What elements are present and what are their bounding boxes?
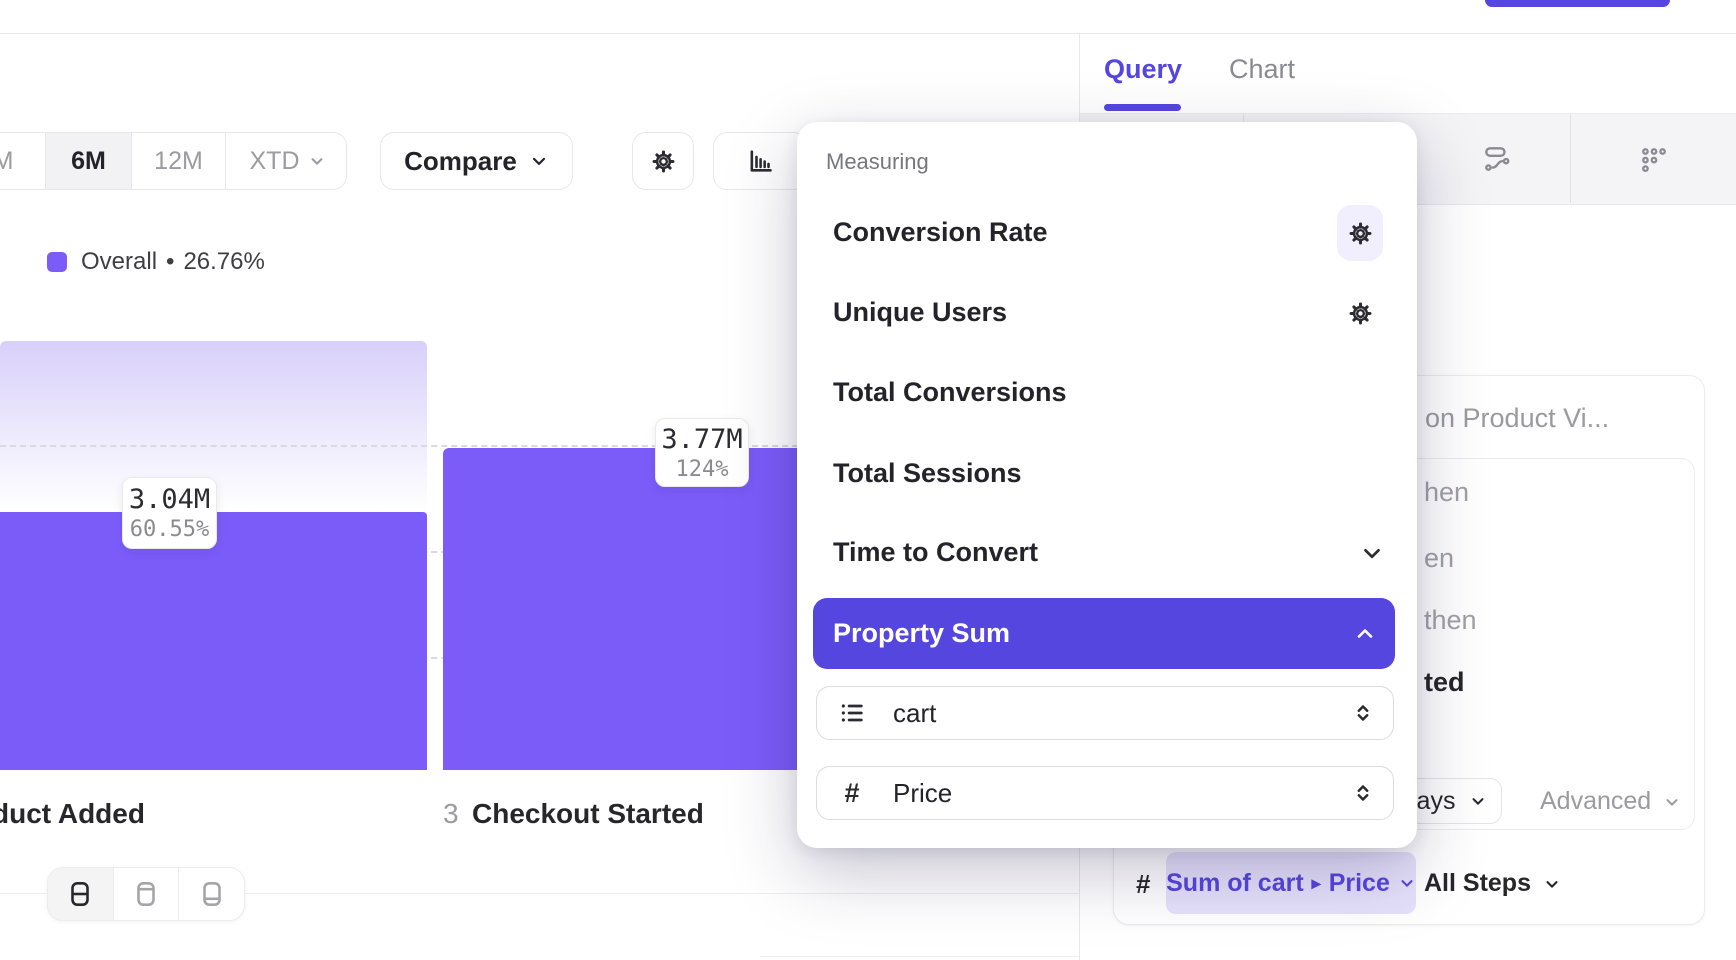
chevron-up-icon bbox=[1353, 622, 1377, 646]
conversion-rate-settings-button[interactable] bbox=[1337, 205, 1383, 261]
property-select-cart[interactable]: cart bbox=[816, 686, 1394, 740]
chip-property-field: Price bbox=[1329, 869, 1390, 898]
menu-item-time-to-convert[interactable]: Time to Convert bbox=[833, 530, 1038, 574]
dropdown-header: Measuring bbox=[826, 149, 929, 175]
gear-icon bbox=[650, 148, 677, 175]
time-range-label: XTD bbox=[250, 147, 300, 176]
tab-chart[interactable]: Chart bbox=[1229, 54, 1295, 85]
split-horizontal-icon bbox=[65, 879, 95, 909]
excluded-step-title[interactable]: on Product Vi... bbox=[1425, 403, 1609, 434]
menu-item-conversion-rate[interactable]: Conversion Rate bbox=[833, 210, 1048, 254]
funnel-percent: 60.55% bbox=[130, 517, 209, 542]
property-name: cart bbox=[893, 698, 936, 729]
conversion-window-label: lays bbox=[1411, 787, 1455, 816]
layout-panel-top-button[interactable] bbox=[113, 868, 179, 920]
chart-legend[interactable]: Overall • 26.76% bbox=[47, 248, 265, 276]
bar-chart-icon bbox=[746, 147, 774, 175]
step-row-fragment: then bbox=[1424, 605, 1477, 636]
time-range-option-12m[interactable]: 12M bbox=[131, 133, 225, 189]
legend-overall-value: 26.76% bbox=[183, 248, 264, 276]
funnel-value: 3.04M bbox=[129, 484, 210, 515]
hash-icon: # bbox=[835, 778, 869, 809]
sort-chevrons-icon bbox=[1351, 781, 1375, 805]
tab-query[interactable]: Query bbox=[1104, 54, 1182, 85]
compare-button[interactable]: Compare bbox=[380, 132, 573, 190]
layout-toggle-group bbox=[47, 867, 245, 921]
time-range-option-xtd[interactable]: XTD bbox=[225, 133, 347, 189]
measuring-dropdown: Measuring Conversion Rate Unique Users bbox=[797, 122, 1417, 848]
metrics-view-button[interactable] bbox=[1639, 144, 1669, 174]
funnel-value-tooltip[interactable]: 3.04M 60.55% bbox=[122, 477, 217, 549]
sort-chevrons-icon bbox=[1351, 701, 1375, 725]
app-window: M 6M 12M XTD Compare bbox=[0, 0, 1736, 960]
property-field-name: Price bbox=[893, 778, 952, 809]
funnel-value-tooltip[interactable]: 3.77M 124% bbox=[655, 418, 749, 487]
time-range-label: M bbox=[0, 147, 13, 176]
menu-item-total-sessions[interactable]: Total Sessions bbox=[833, 451, 1022, 495]
table-top-divider bbox=[760, 956, 1079, 957]
layout-panel-bottom-button[interactable] bbox=[178, 868, 244, 920]
legend-separator: • bbox=[166, 248, 174, 276]
step-number: 3 bbox=[443, 798, 459, 830]
flows-icon bbox=[1482, 144, 1512, 174]
gear-icon bbox=[1347, 300, 1374, 327]
chevron-down-icon[interactable] bbox=[1359, 540, 1385, 566]
time-range-option-6m[interactable]: 6M bbox=[45, 133, 131, 189]
advanced-label: Advanced bbox=[1540, 787, 1651, 816]
chevron-down-icon bbox=[1543, 875, 1561, 893]
chart-settings-button[interactable] bbox=[632, 132, 694, 190]
legend-series-name: Overall bbox=[81, 248, 157, 276]
funnel-percent: 124% bbox=[676, 457, 729, 482]
menu-item-unique-users[interactable]: Unique Users bbox=[833, 290, 1007, 334]
gear-icon bbox=[1347, 220, 1374, 247]
flows-view-button[interactable] bbox=[1482, 144, 1512, 174]
step-row-fragment: ted bbox=[1424, 667, 1465, 698]
time-range-label: 6M bbox=[71, 147, 106, 176]
property-select-price[interactable]: # Price bbox=[816, 766, 1394, 820]
all-steps-label: All Steps bbox=[1424, 869, 1531, 898]
funnel-bar-product-added[interactable] bbox=[0, 512, 427, 770]
time-range-segmented-control: M 6M 12M XTD bbox=[0, 132, 347, 190]
menu-item-total-conversions[interactable]: Total Conversions bbox=[833, 370, 1067, 414]
step-label-product-added: duct Added bbox=[0, 798, 145, 830]
layout-split-horizontal-button[interactable] bbox=[48, 868, 113, 920]
advanced-button[interactable]: Advanced bbox=[1540, 787, 1681, 816]
panel-bottom-icon bbox=[197, 879, 227, 909]
time-range-label: 12M bbox=[154, 147, 203, 176]
unique-users-settings-button[interactable] bbox=[1337, 285, 1383, 341]
compare-label: Compare bbox=[404, 146, 517, 177]
measurement-type-glyph: # bbox=[1136, 869, 1150, 900]
menu-item-property-sum-selected[interactable]: Property Sum bbox=[813, 598, 1395, 669]
legend-text: Overall • 26.76% bbox=[81, 248, 265, 276]
toolbar-cell-divider bbox=[1570, 113, 1571, 203]
chevron-down-icon bbox=[529, 151, 549, 171]
chevron-down-icon bbox=[1398, 874, 1416, 892]
chevron-down-icon bbox=[1663, 793, 1681, 811]
dot-grid-icon bbox=[1639, 144, 1669, 174]
all-steps-selector[interactable]: All Steps bbox=[1424, 869, 1561, 898]
topbar-divider bbox=[0, 33, 1736, 34]
chip-property-name: Sum of cart bbox=[1166, 869, 1304, 898]
list-icon bbox=[835, 699, 869, 727]
primary-action-button[interactable] bbox=[1485, 0, 1670, 7]
legend-swatch bbox=[47, 252, 67, 272]
step-row-fragment: en bbox=[1424, 543, 1454, 574]
property-sum-chip[interactable]: Sum of cart ▸ Price bbox=[1166, 852, 1416, 914]
chart-type-button[interactable] bbox=[713, 132, 807, 190]
chevron-down-icon bbox=[1469, 792, 1487, 810]
chip-separator: ▸ bbox=[1312, 873, 1321, 894]
chevron-down-icon bbox=[308, 152, 326, 170]
step-label-checkout-started: Checkout Started bbox=[472, 798, 704, 830]
time-range-option-m[interactable]: M bbox=[0, 133, 45, 189]
panel-top-icon bbox=[131, 879, 161, 909]
funnel-value: 3.77M bbox=[661, 424, 742, 455]
step-row-fragment: hen bbox=[1424, 477, 1469, 508]
property-sum-label: Property Sum bbox=[833, 618, 1010, 649]
active-tab-indicator bbox=[1104, 104, 1181, 111]
